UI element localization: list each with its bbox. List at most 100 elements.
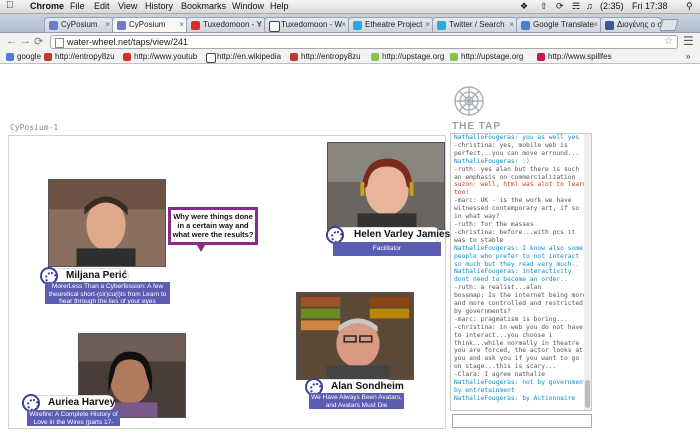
wrench-icon[interactable]: ☰ (683, 34, 694, 48)
chat-log[interactable]: NathalieFougeras: you as well yes -christ… (450, 133, 592, 411)
bookmarks-bar: google http://entropy8zu http://www.yout… (0, 51, 700, 64)
participant-caption: We Have Always Been Avatars, and Avatars… (309, 393, 404, 409)
close-icon[interactable]: × (179, 20, 184, 29)
spotlight-search-icon[interactable]: ⚲ (686, 1, 693, 12)
tab-label: Tuxedomoon - W (281, 20, 343, 29)
close-icon[interactable]: × (509, 20, 514, 29)
back-icon[interactable]: ← (6, 35, 17, 47)
forward-icon[interactable]: → (20, 35, 31, 47)
menu-bookmarks[interactable]: Bookmarks (181, 1, 226, 11)
participant-name: Miljana Perić (48, 269, 128, 283)
chat-message: -ruth: yes alan but there is such an emp… (454, 165, 583, 181)
bookmark-label: http://entropy8zu (55, 52, 115, 61)
wikipedia-favicon-icon (206, 53, 216, 63)
cyposium-favicon-icon (117, 21, 126, 30)
menu-app-name[interactable]: Chrome (30, 1, 64, 11)
video-alan-sondheim[interactable] (296, 292, 414, 380)
close-icon[interactable]: × (257, 20, 262, 29)
tab-label: Twitter / Search (449, 20, 505, 29)
chat-message: bossmap: Is the internet being more and … (454, 292, 587, 315)
menu-file[interactable]: File (70, 1, 85, 11)
tab-etheatre-project[interactable]: Etheatre Project × (348, 17, 434, 32)
tab-cyposium-2[interactable]: CyPosium × (112, 17, 188, 32)
participant-caption: Facilitator (333, 242, 441, 256)
webcam-image (297, 293, 413, 379)
chat-message: -marc: UK - is the work we have witnesse… (454, 197, 583, 221)
menu-window[interactable]: Window (232, 1, 264, 11)
twitter-favicon-icon (353, 21, 362, 30)
apple-icon[interactable]:  (6, 0, 14, 11)
chat-message: NathalieFougeras: by Actionnaire (454, 394, 576, 402)
video-helen-varley-jamieson[interactable] (327, 142, 445, 230)
bookmark-wikipedia[interactable]: http://en.wikipedia (206, 52, 281, 63)
cyposium-favicon-icon (49, 21, 58, 30)
battery-status[interactable]: (2:35) (600, 1, 624, 11)
bookmark-label: http://www.youtub (134, 52, 198, 61)
address-bar[interactable]: water-wheel.net/taps/view/241 ☆ (50, 35, 678, 49)
bookmark-entropy8zuper-2[interactable]: http://entropy8zu (290, 52, 361, 61)
new-tab-button[interactable] (659, 19, 679, 31)
video-miljana-peric[interactable] (48, 179, 166, 267)
tab-label: Google Translate (533, 20, 594, 29)
bookmark-star-icon[interactable]: ☆ (664, 36, 673, 47)
chat-message: NathalieFougeras: not by government by e… (454, 379, 587, 394)
bookmark-spillfestival[interactable]: http://www.spillfes (537, 52, 612, 61)
bookmark-google[interactable]: google (6, 52, 41, 61)
chat-input[interactable] (452, 414, 592, 428)
bookmark-label: http://entropy8zu (301, 52, 361, 61)
chat-message: NathalieFougeras: :) (454, 157, 530, 165)
url-text[interactable]: water-wheel.net/taps/view/241 (67, 37, 188, 47)
chat-scrollbar[interactable] (584, 134, 591, 410)
youtube-favicon-icon (191, 21, 200, 30)
twitter-favicon-icon (437, 21, 446, 30)
wifi-icon[interactable]: ☴ (572, 1, 580, 12)
close-icon[interactable]: × (425, 20, 430, 29)
google-favicon-icon (6, 53, 14, 61)
mac-menubar:  Chrome File Edit View History Bookmark… (0, 0, 700, 14)
chat-message: -marc: pragmatism is boring... (454, 315, 568, 323)
tab-label: CyPosium (129, 20, 166, 29)
tab-tuxedomoon-youtube[interactable]: Tuxedomoon - Y × (186, 17, 266, 32)
chat-message: NathalieFougeras: interactivity dont nee… (454, 268, 576, 284)
reload-icon[interactable]: ⟳ (34, 35, 43, 48)
volume-icon[interactable]: ♫ (586, 1, 593, 11)
menu-view[interactable]: View (118, 1, 137, 11)
chat-message: NathalieFougeras: I know also some peopl… (454, 244, 583, 268)
menu-history[interactable]: History (145, 1, 173, 11)
tab-google-translate[interactable]: Google Translate × (516, 17, 602, 32)
participant-name: Helen Varley Jamieson (336, 228, 462, 242)
google-translate-favicon-icon (521, 21, 530, 30)
tab-label: Tuxedomoon - Y (203, 20, 262, 29)
bookmark-label: google (17, 52, 42, 61)
chat-message: -christina: before...with pcs it was to … (454, 228, 580, 244)
upstage-favicon-icon (450, 53, 458, 61)
chat-message: -ruth: for the masses (454, 220, 534, 228)
bookmark-label: http://www.spillfes (548, 52, 612, 61)
menu-help[interactable]: Help (270, 1, 289, 11)
menu-edit[interactable]: Edit (94, 1, 110, 11)
chat-message: -Clara: I agree nathalie (454, 371, 545, 379)
chat-message: suzon: well, html was alot to learn too! (454, 181, 587, 197)
sync-icon[interactable]: ⟳ (556, 1, 564, 12)
tab-tuxedomoon-wikipedia[interactable]: Tuxedomoon - W × (264, 17, 350, 32)
bookmark-entropy8zuper[interactable]: http://entropy8zu (44, 52, 115, 61)
chat-message: NathalieFougeras: you as well yes (454, 134, 580, 141)
tab-twitter-search[interactable]: Twitter / Search × (432, 17, 518, 32)
stage-title: CyPosium-1 (10, 123, 59, 132)
upload-icon[interactable]: ⇧ (540, 1, 548, 12)
tab-cyposium-1[interactable]: CyPosium × (44, 17, 114, 32)
tab-strip: CyPosium × CyPosium × Tuxedomoon - Y × T… (0, 14, 700, 33)
more-bookmarks-icon[interactable]: » (686, 52, 690, 61)
clock[interactable]: Fri 17:38 (632, 1, 668, 11)
facebook-favicon-icon (605, 21, 614, 30)
dropbox-icon[interactable]: ❖ (520, 1, 528, 12)
close-icon[interactable]: × (341, 20, 346, 29)
bookmark-upstage[interactable]: http://upstage.org (371, 52, 444, 61)
chat-scrollbar-thumb[interactable] (585, 380, 590, 408)
close-icon[interactable]: × (593, 20, 598, 29)
close-icon[interactable]: × (105, 20, 110, 29)
tab-diogenis[interactable]: Διογένης ο σκύλο (600, 17, 662, 32)
tab-label: Etheatre Project (365, 20, 423, 29)
bookmark-youtube[interactable]: http://www.youtub (123, 52, 197, 61)
bookmark-upstage-2[interactable]: http://upstage.org (450, 52, 523, 61)
